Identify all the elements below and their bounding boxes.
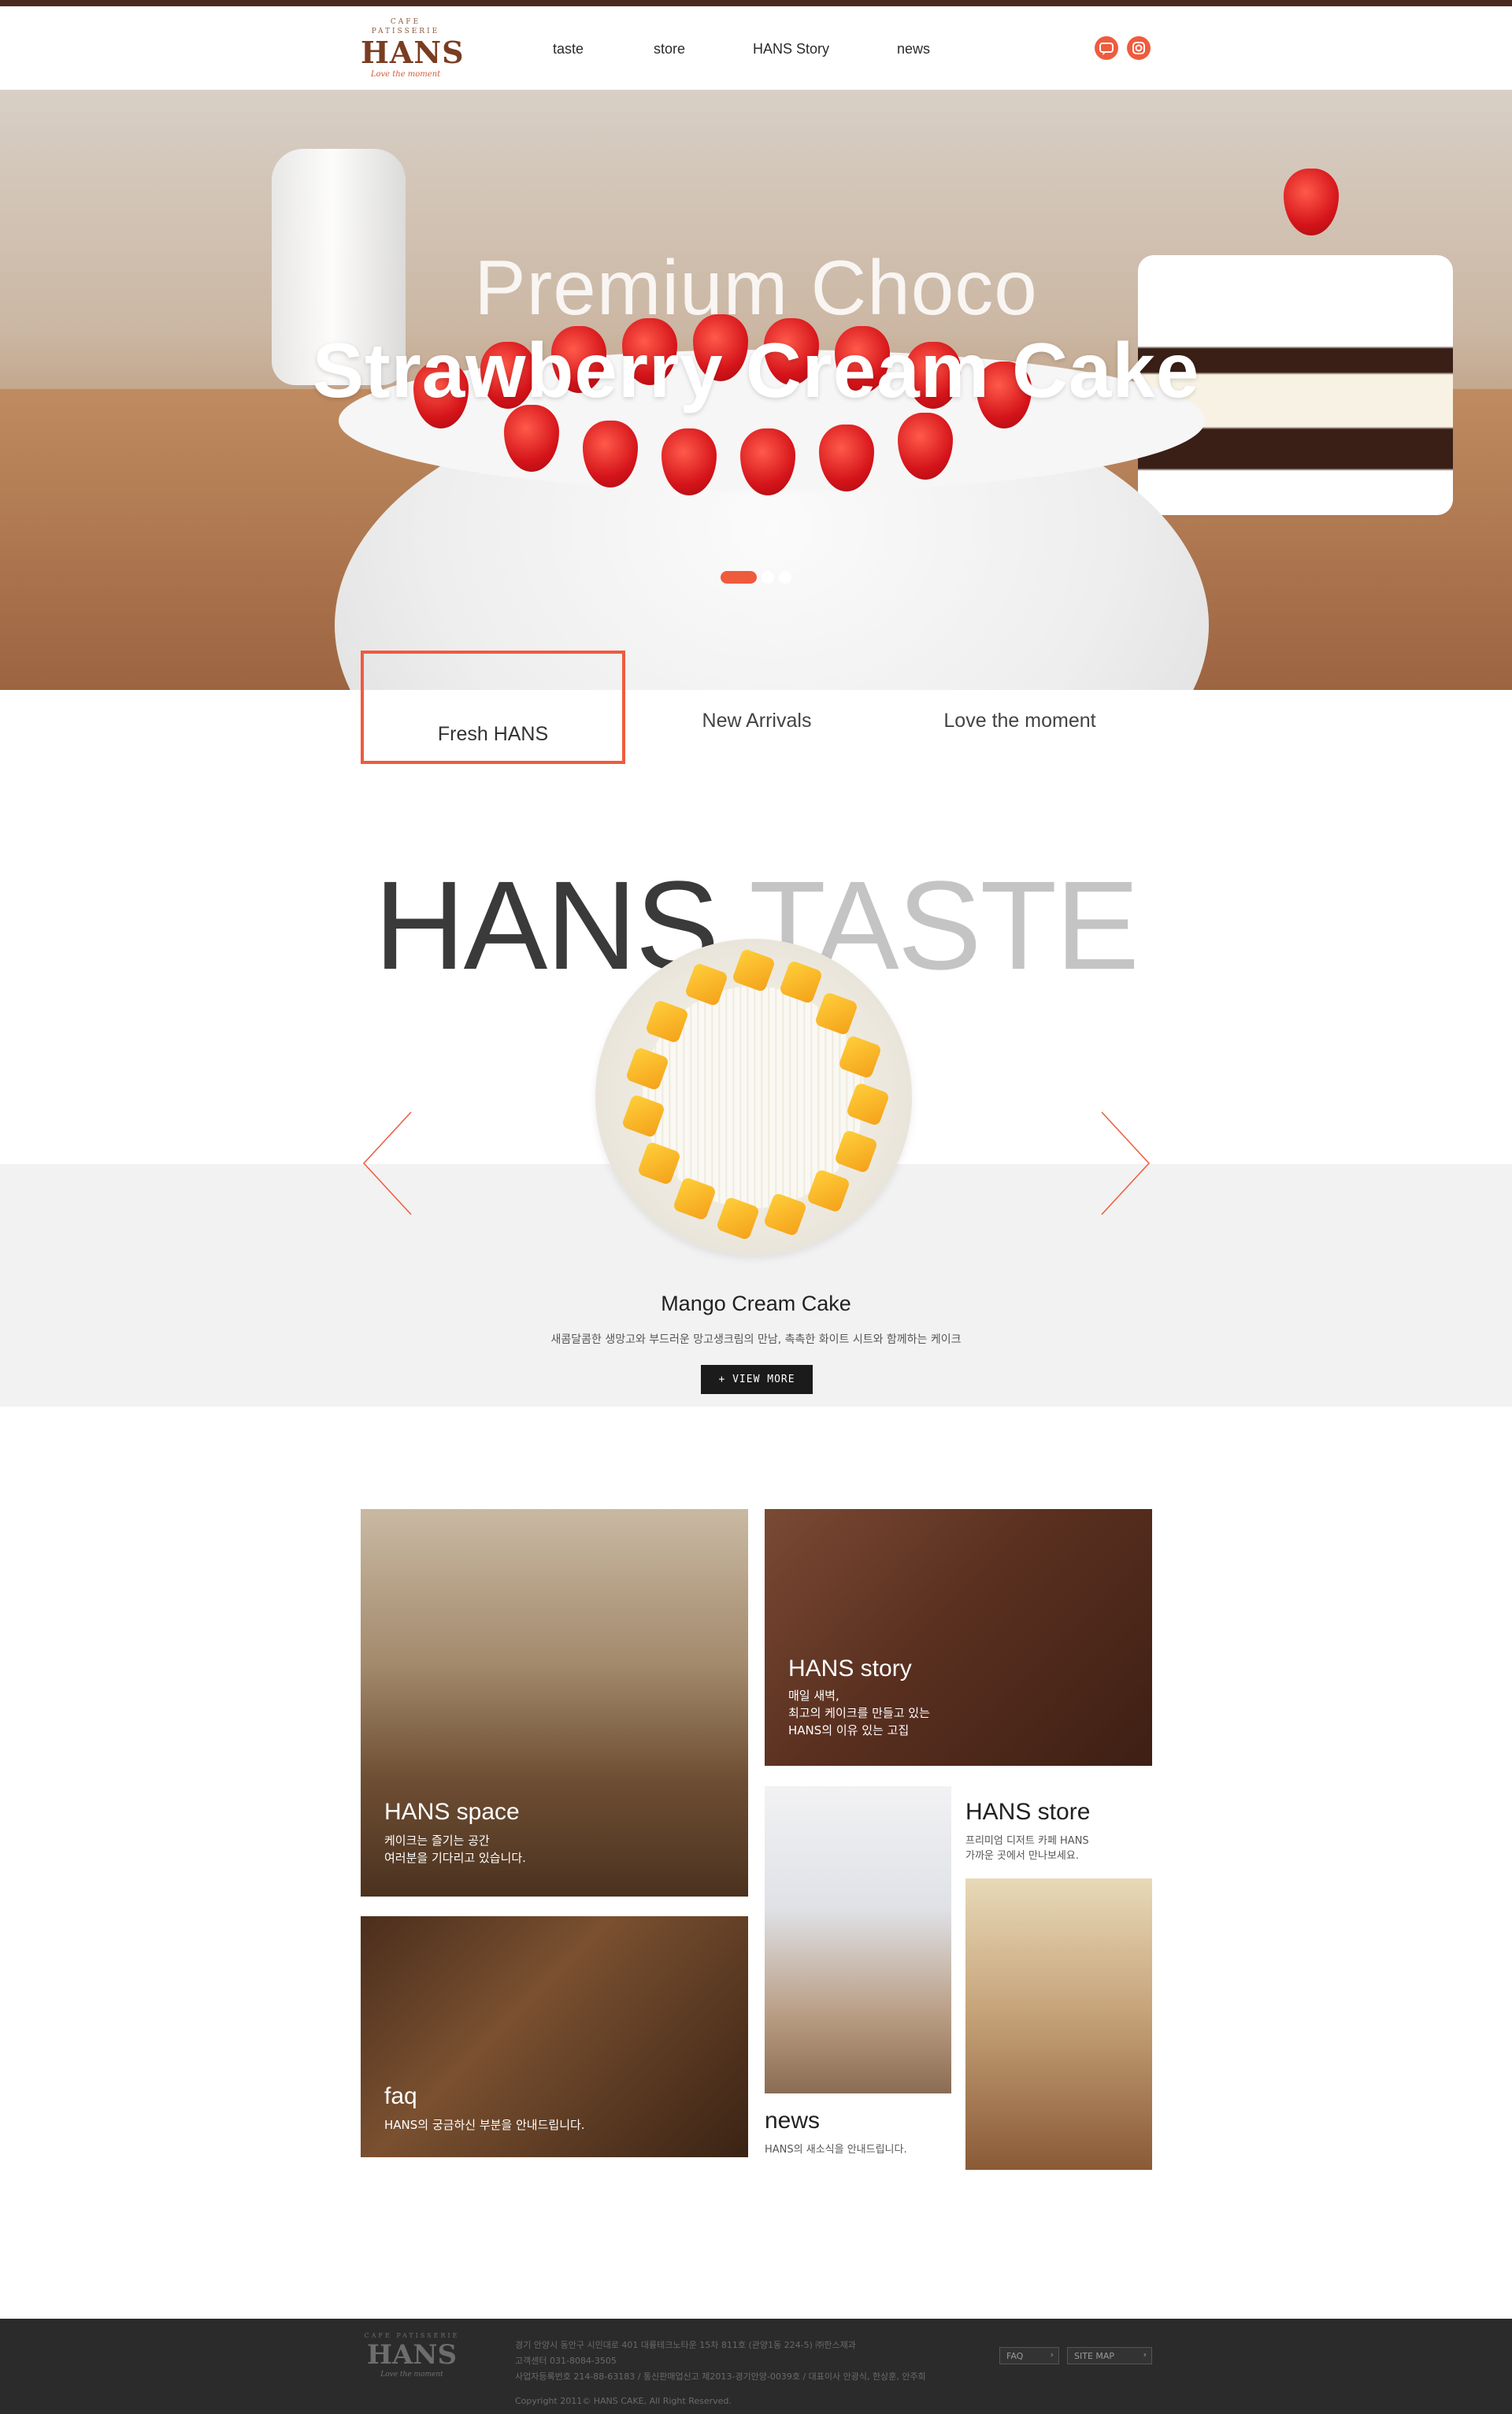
chevron-right-icon: › <box>1143 2349 1147 2360</box>
tile-text: 케이크는 즐기는 공간 여러분을 기다리고 있습니다. <box>384 1834 526 1865</box>
slide-dot[interactable] <box>762 571 774 584</box>
tile-store-image[interactable] <box>965 1878 1152 2170</box>
nav-store[interactable]: store <box>654 41 685 57</box>
tile-hans-space[interactable]: HANS space 케이크는 즐기는 공간 여러분을 기다리고 있습니다. <box>361 1509 748 1897</box>
chevron-right-icon: › <box>1050 2349 1054 2360</box>
tab-label: Love the moment <box>943 709 1096 732</box>
news-text: HANS의 새소식을 안내드립니다. <box>765 2144 907 2156</box>
strawberry <box>1284 169 1339 235</box>
footer-logo-tagline: Love the moment <box>380 2371 443 2379</box>
tile-text: 매일 새벽, 최고의 케이크를 만들고 있는 HANS의 이유 있는 고집 <box>788 1689 930 1737</box>
hans-logo[interactable]: CAFE PATISSERIE HANS Love the moment <box>361 17 465 80</box>
hero-title-line2: Strawberry Cream Cake <box>312 327 1200 413</box>
top-accent-line <box>0 0 1512 6</box>
tile-faq[interactable]: faq HANS의 궁금하신 부분을 안내드립니다. <box>361 1916 748 2157</box>
logo-brand: HANS <box>361 35 465 70</box>
hero-title-line1: Premium Choco <box>474 244 1038 331</box>
logo-subtitle: CAFE PATISSERIE <box>371 18 440 35</box>
tile-news-image[interactable] <box>765 1786 951 2093</box>
tab-label: Fresh HANS <box>437 722 549 745</box>
news-title[interactable]: news <box>765 2108 820 2134</box>
store-title[interactable]: HANS store <box>965 1799 1090 1826</box>
tab-new-arrivals[interactable]: New Arrivals <box>646 685 868 756</box>
footer-faq-label: FAQ <box>1006 2350 1024 2361</box>
footer-faq-button[interactable]: FAQ › <box>999 2347 1059 2364</box>
next-arrow-icon[interactable] <box>1097 1111 1152 1217</box>
tile-title: HANS story <box>788 1656 912 1682</box>
tab-label: New Arrivals <box>702 709 812 732</box>
slide-dot-active[interactable] <box>721 571 757 584</box>
footer-logo[interactable]: CAFE PATISSERIE HANS Love the moment <box>361 2331 463 2379</box>
copyright: Copyright 2011© HANS CAKE, All Right Res… <box>515 2396 732 2406</box>
product-name: Mango Cream Cake <box>661 1292 851 1315</box>
site-header: CAFE PATISSERIE HANS Love the moment tas… <box>0 6 1512 90</box>
slide-dot[interactable] <box>779 571 791 584</box>
prev-arrow-icon[interactable] <box>361 1111 416 1217</box>
tab-fresh-hans[interactable]: Fresh HANS <box>361 651 625 764</box>
footer-sitemap-button[interactable]: SITE MAP › <box>1067 2347 1152 2364</box>
footer-logo-brand: HANS <box>366 2339 458 2371</box>
nav-hans-story[interactable]: HANS Story <box>753 41 829 57</box>
instagram-icon[interactable] <box>1127 36 1151 60</box>
company-info: 경기 안양시 동안구 시민대로 401 대륭테크노타운 15차 811호 (관양… <box>515 2340 926 2382</box>
site-footer: CAFE PATISSERIE HANS Love the moment 경기 … <box>0 2319 1512 2414</box>
chat-icon[interactable] <box>1095 36 1118 60</box>
logo-tagline: Love the moment <box>370 70 441 79</box>
tile-hans-story[interactable]: HANS story 매일 새벽, 최고의 케이크를 만들고 있는 HANS의 … <box>765 1509 1152 1766</box>
footer-sitemap-label: SITE MAP <box>1074 2350 1115 2361</box>
nav-taste[interactable]: taste <box>553 41 584 57</box>
nav-news[interactable]: news <box>897 41 930 57</box>
tile-title: faq <box>384 2083 417 2109</box>
tile-title: HANS space <box>384 1799 520 1825</box>
tile-text: HANS의 궁금하신 부분을 안내드립니다. <box>384 2118 585 2132</box>
product-description: 새콤달콤한 생망고와 부드러운 망고생크림의 만남, 촉촉한 화이트 시트와 함… <box>550 1333 962 1346</box>
view-more-button[interactable]: + VIEW MORE <box>701 1365 813 1394</box>
hero-slider: Premium Choco Strawberry Cream Cake <box>0 90 1512 690</box>
tab-love-the-moment[interactable]: Love the moment <box>906 685 1134 756</box>
store-text: 프리미엄 디저트 카페 HANS 가까운 곳에서 만나보세요. <box>965 1835 1089 1862</box>
